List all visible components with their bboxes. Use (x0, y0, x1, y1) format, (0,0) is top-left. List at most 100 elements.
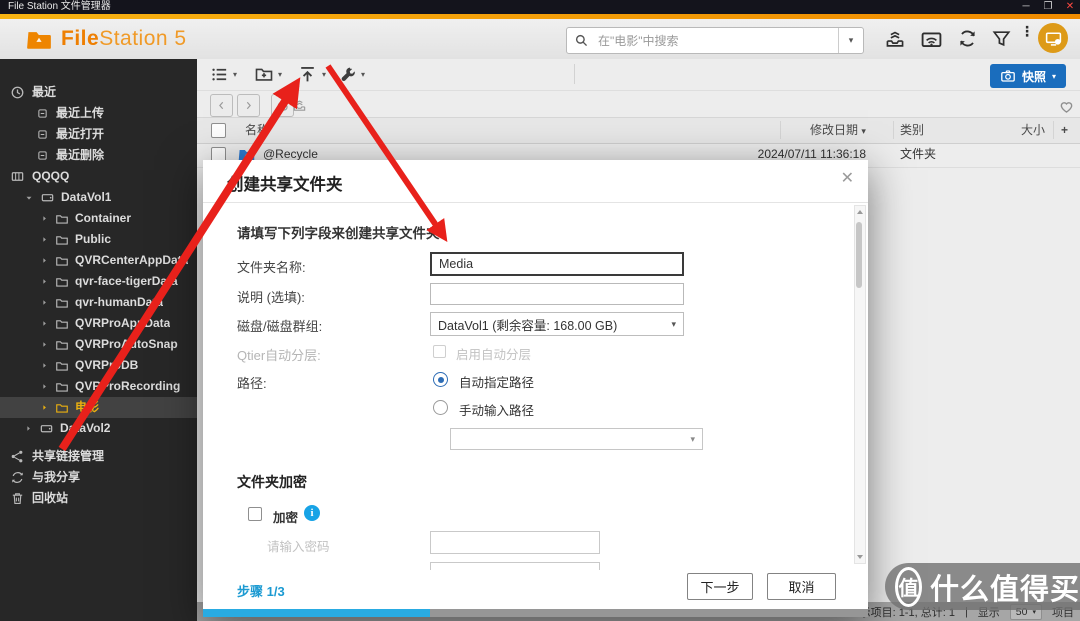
forward-button[interactable] (237, 94, 260, 117)
caret-right-icon[interactable] (40, 403, 49, 412)
refresh-icon[interactable] (957, 28, 978, 49)
window-maximize-button[interactable]: ❐ (1040, 0, 1056, 13)
sidebar-folder-movies-selected[interactable]: 电影 (0, 397, 197, 418)
search-box: ▾ (566, 27, 864, 54)
search-scope-dropdown[interactable]: ▾ (838, 28, 863, 53)
remote-mount-avatar-button[interactable] (1038, 23, 1068, 53)
column-header-category[interactable]: 类别 (900, 118, 924, 143)
sidebar-item-recent-uploaded[interactable]: 最近上传 (0, 103, 197, 124)
sidebar-item-share-link-manager[interactable]: 共享链接管理 (0, 446, 197, 467)
path-auto-label: 自动指定路径 (459, 376, 535, 390)
background-tasks-icon[interactable] (884, 28, 906, 50)
confirm-password-input-partial[interactable] (430, 562, 600, 570)
window-title: File Station 文件管理器 (8, 1, 111, 12)
scroll-down-icon[interactable] (857, 555, 863, 559)
search-icon (574, 33, 589, 48)
caret-right-icon[interactable] (40, 235, 49, 244)
sidebar-folder-qvr-humandata[interactable]: qvr-humanData (0, 292, 197, 313)
folder-icon (55, 233, 69, 247)
caret-down-icon: ▾ (690, 433, 695, 444)
path-select[interactable]: ▾ (450, 428, 703, 450)
sidebar-folder-public[interactable]: Public (0, 229, 197, 250)
favorite-heart-icon[interactable] (1058, 98, 1075, 115)
qtier-checkbox (433, 345, 446, 358)
folder-plus-icon (254, 64, 274, 84)
snapshot-button[interactable]: 快照 ▾ (989, 64, 1066, 88)
caret-right-icon[interactable] (40, 214, 49, 223)
sidebar-item-recent[interactable]: 最近 (0, 82, 197, 103)
column-header-modified[interactable]: 修改日期 ▾ (810, 118, 866, 143)
caret-right-icon[interactable] (24, 424, 33, 433)
dialog-close-icon[interactable]: ✕ (841, 168, 854, 188)
column-header-name[interactable]: 名称 (245, 118, 269, 143)
create-folder-button[interactable]: ▾ (254, 62, 282, 86)
smzdm-watermark: 值 什么值得买 (885, 563, 1080, 610)
path-auto-radio[interactable] (433, 372, 448, 387)
caret-right-icon[interactable] (40, 256, 49, 265)
encrypt-checkbox[interactable] (248, 507, 262, 521)
caret-right-icon[interactable] (40, 319, 49, 328)
sidebar-item-shared-with-me[interactable]: 与我分享 (0, 467, 197, 488)
dialog-scrollbar[interactable] (854, 205, 866, 564)
path-manual-radio[interactable] (433, 400, 448, 415)
sidebar-folder-qvrcenterappdata[interactable]: QVRCenterAppData (0, 250, 197, 271)
caret-right-icon[interactable] (40, 277, 49, 286)
caret-right-icon[interactable] (40, 361, 49, 370)
search-input[interactable] (596, 32, 838, 49)
list-view-icon (210, 65, 229, 84)
back-button[interactable] (210, 94, 233, 117)
column-header-size[interactable]: 大小 (1021, 118, 1045, 143)
info-icon[interactable]: i (304, 505, 320, 521)
disk-pool-select[interactable]: DataVol1 (剩余容量: 168.00 GB) ▾ (430, 312, 684, 336)
sidebar-item-recent-opened[interactable]: 最近打开 (0, 124, 197, 145)
recent-delete-icon (36, 149, 49, 162)
qtier-option-label: 启用自动分层 (456, 348, 532, 362)
qtier-label: Qtier自动分层: (237, 348, 321, 363)
create-shared-folder-dialog: 创建共享文件夹 ✕ 请填写下列字段来创建共享文件夹 文件夹名称: 说明 (选填)… (203, 160, 868, 617)
folder-name-label: 文件夹名称: (237, 260, 306, 275)
sidebar-folder-qvrprodb[interactable]: QVRProDB (0, 355, 197, 376)
caret-right-icon[interactable] (40, 340, 49, 349)
sidebar-volume-datavol2[interactable]: DataVol2 (0, 418, 197, 439)
more-options-icon[interactable]: ⋮ (1020, 24, 1034, 38)
folder-icon (55, 212, 69, 226)
recent-upload-icon (36, 107, 49, 120)
scrollbar-thumb[interactable] (856, 222, 862, 288)
wrench-icon (339, 65, 357, 83)
upload-button[interactable]: ▾ (297, 62, 326, 86)
caret-right-icon[interactable] (40, 298, 49, 307)
caret-down-icon: ▾ (671, 318, 676, 329)
disk-pool-label: 磁盘/磁盘群组: (237, 319, 323, 334)
cancel-button[interactable]: 取消 (767, 573, 836, 600)
sidebar-folder-container[interactable]: Container (0, 208, 197, 229)
tools-button[interactable]: ▾ (339, 62, 365, 86)
media-cast-icon[interactable] (920, 28, 943, 51)
add-column-button[interactable]: + (1061, 118, 1068, 143)
sidebar-item-recent-deleted[interactable]: 最近删除 (0, 145, 197, 166)
select-all-checkbox[interactable] (211, 123, 226, 138)
window-close-button[interactable]: ✕ (1062, 0, 1078, 13)
caret-right-icon[interactable] (40, 382, 49, 391)
sidebar-item-recycle-bin[interactable]: 回收站 (0, 488, 197, 509)
sidebar-folder-qvrproautosnap[interactable]: QVRProAutoSnap (0, 334, 197, 355)
password-input[interactable] (430, 531, 600, 554)
folder-name-input[interactable] (430, 252, 684, 276)
scroll-up-icon[interactable] (857, 210, 863, 214)
window-minimize-button[interactable]: ─ (1018, 0, 1034, 13)
brand-bold: File (61, 27, 100, 50)
toolbar-divider (574, 64, 575, 84)
sidebar-item-nas[interactable]: QQQQ (0, 166, 197, 187)
sidebar-folder-qvrproappdata[interactable]: QVRProAppData (0, 313, 197, 334)
caret-down-icon[interactable] (24, 193, 34, 203)
go-up-button[interactable] (271, 94, 294, 117)
filter-icon[interactable] (991, 28, 1012, 49)
filestation-window: File Station 文件管理器 ─ ❐ ✕ FileStation 5 ▾… (0, 0, 1080, 621)
view-mode-button[interactable]: ▾ (210, 62, 237, 86)
main-toolbar: ▾ ▾ ▾ ▾ 快照 ▾ (197, 59, 1080, 91)
next-button[interactable]: 下一步 (687, 573, 753, 600)
share-link-icon (10, 449, 25, 464)
description-input[interactable] (430, 283, 684, 305)
sidebar-folder-qvr-face-tigerdata[interactable]: qvr-face-tigerData (0, 271, 197, 292)
sidebar-volume-datavol1[interactable]: DataVol1 (0, 187, 197, 208)
sidebar-folder-qvrprorecording[interactable]: QVRProRecording (0, 376, 197, 397)
